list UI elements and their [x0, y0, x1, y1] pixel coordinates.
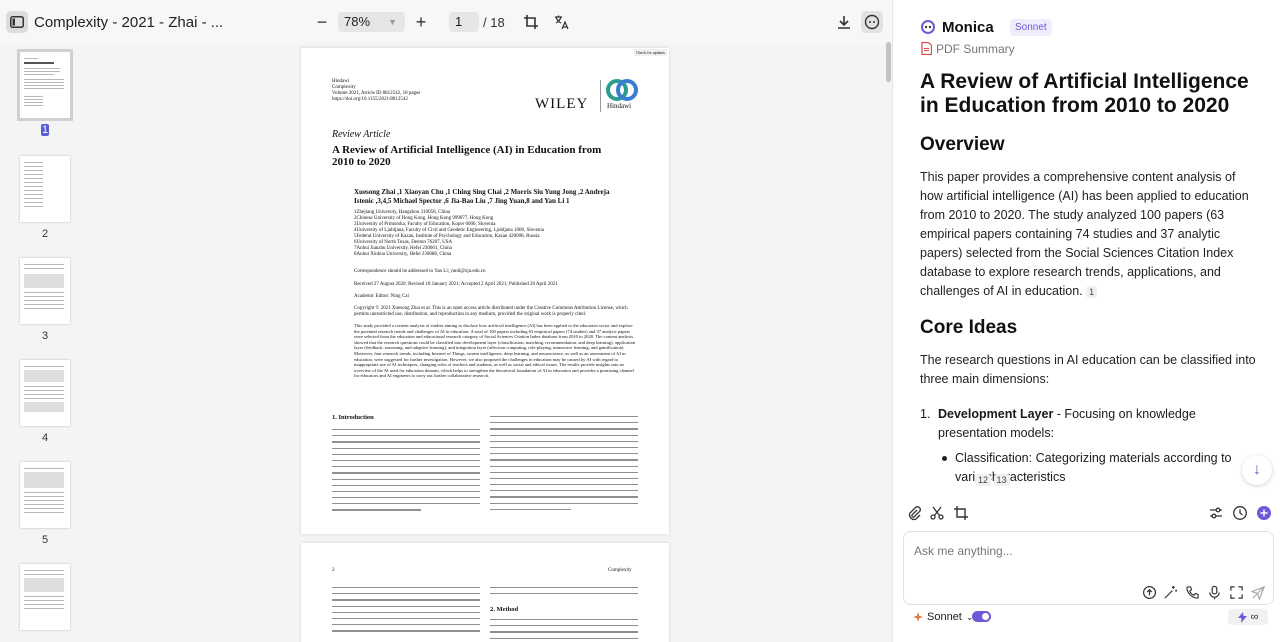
- bullet-item: Classification: Categorizing materials a…: [920, 449, 1260, 487]
- settings-sliders-icon[interactable]: [1206, 503, 1226, 523]
- thumbnail-page-6[interactable]: [20, 564, 70, 630]
- page-total: / 18: [483, 15, 505, 30]
- running-head: Complexity: [608, 568, 632, 573]
- summary-title: A Review of Artificial Intelligence in E…: [920, 70, 1249, 117]
- thumbnail-page-2[interactable]: [20, 156, 70, 222]
- chevron-down-icon: ▼: [388, 17, 397, 27]
- thumbnail-label: 4: [41, 432, 49, 444]
- pdf-page-2: 2 Complexity 2. Method: [301, 543, 669, 642]
- thumbnail-page-3[interactable]: [20, 258, 70, 324]
- zoom-value: 78%: [344, 14, 371, 29]
- thumbnail-label: 5: [41, 534, 49, 546]
- pdf-file-icon: [921, 42, 932, 55]
- send-icon[interactable]: [1250, 584, 1266, 600]
- zoom-select[interactable]: 78% ▼: [338, 12, 405, 32]
- brand-name: Monica: [942, 19, 994, 36]
- credits-indicator[interactable]: ∞: [1228, 609, 1268, 625]
- article-authors: Xuesong Zhai ,1 Xiaoyan Chu ,1 Ching Sin…: [354, 188, 610, 205]
- hindawi-logo-icon: [606, 79, 638, 101]
- body-column-left: [332, 429, 480, 516]
- overview-heading: Overview: [920, 134, 1005, 155]
- article-type: Review Article: [332, 129, 391, 140]
- core-ideas-paragraph: The research questions in AI education c…: [920, 353, 1256, 386]
- expand-icon[interactable]: [1228, 584, 1244, 600]
- core-ideas-heading: Core Ideas: [920, 317, 1018, 338]
- article-title: A Review of Artificial Intelligence (AI)…: [332, 144, 602, 168]
- pdf-summary-label[interactable]: PDF Summary: [936, 42, 1015, 56]
- journal-header: Hindawi Complexity Volume 2021, Article …: [332, 79, 421, 102]
- bullet-citations: 12 13: [975, 474, 1010, 486]
- check-updates-badge[interactable]: Check for updates: [633, 49, 667, 56]
- thumbnail-label: 3: [41, 330, 49, 342]
- pdf-viewer: Complexity - 2021 - Zhai - ... − 78% ▼ +…: [0, 0, 892, 642]
- affiliations: 1Zhejiang University, Hangzhou 310058, C…: [354, 210, 544, 257]
- crop-icon[interactable]: [520, 11, 542, 33]
- new-chat-icon[interactable]: [1254, 503, 1274, 523]
- summary-content: A Review of Artificial Intelligence in E…: [920, 70, 1260, 488]
- copyright-notice: Copyright © 2021 Xuesong Zhai et al. Thi…: [354, 306, 628, 317]
- monica-logo-icon: [921, 20, 935, 34]
- scissors-icon[interactable]: [927, 503, 947, 523]
- logo-divider: [600, 80, 601, 112]
- document-title: Complexity - 2021 - Zhai - ...: [34, 14, 224, 31]
- pdf-page-1: Check for updates Hindawi Complexity Vol…: [301, 48, 669, 534]
- monica-toggle-icon[interactable]: [861, 11, 883, 33]
- body-column-right: [490, 587, 638, 599]
- magic-wand-icon[interactable]: [1162, 584, 1178, 600]
- chat-input[interactable]: [914, 544, 1254, 558]
- zoom-in-button[interactable]: +: [410, 11, 432, 33]
- thumbnail-label: 1: [41, 124, 49, 136]
- attach-icon[interactable]: [904, 503, 924, 523]
- model-toggle[interactable]: [972, 611, 991, 622]
- thumbnail-strip: 1 2 3 4 5: [0, 44, 90, 642]
- pdf-scrollbar[interactable]: [886, 42, 891, 82]
- thumbnail-label: 2: [41, 228, 49, 240]
- thumbnail-page-4[interactable]: [20, 360, 70, 426]
- citation-badge[interactable]: 13: [993, 474, 1010, 486]
- sparkle-icon: [913, 612, 923, 622]
- phone-icon[interactable]: [1184, 584, 1200, 600]
- page-number-input[interactable]: 1: [449, 12, 479, 32]
- scroll-down-button[interactable]: ↓: [1242, 455, 1272, 485]
- section-heading: 1. Introduction: [332, 414, 374, 421]
- pdf-toolbar: Complexity - 2021 - Zhai - ... − 78% ▼ +…: [0, 0, 892, 44]
- body-column-left: [332, 587, 480, 637]
- hindawi-wordmark: Hindawi: [607, 102, 632, 110]
- bolt-icon: [1237, 611, 1247, 623]
- publication-dates: Received 27 August 2020; Revised 18 Janu…: [354, 282, 558, 287]
- download-icon[interactable]: [833, 11, 855, 33]
- thumbnail-page-5[interactable]: [20, 462, 70, 528]
- correspondence: Correspondence should be addressed to Ya…: [354, 269, 486, 274]
- translate-icon[interactable]: [550, 11, 572, 33]
- monica-panel: Monica Sonnet PDF Summary A Review of Ar…: [892, 0, 1280, 642]
- list-item: 1. Development Layer - Focusing on knowl…: [920, 407, 1196, 440]
- microphone-icon[interactable]: [1206, 584, 1222, 600]
- body-column-right: [490, 416, 638, 515]
- sidebar-toggle-icon[interactable]: [6, 11, 28, 33]
- abstract: This study provided a content analysis o…: [354, 323, 636, 379]
- zoom-out-button[interactable]: −: [311, 11, 333, 33]
- upload-icon[interactable]: [1141, 584, 1157, 600]
- academic-editor: Academic Editor: Ning Cai: [354, 294, 409, 299]
- history-icon[interactable]: [1230, 503, 1250, 523]
- overview-paragraph: This paper provides a comprehensive cont…: [920, 170, 1249, 298]
- model-badge: Sonnet: [1010, 19, 1052, 36]
- model-selector[interactable]: Sonnet ⌄: [913, 611, 973, 623]
- citation-badge[interactable]: 1: [1086, 285, 1098, 298]
- page-number: 2: [332, 568, 335, 573]
- body-column-right-cont: [490, 619, 638, 642]
- section-heading: 2. Method: [490, 606, 519, 613]
- thumbnail-page-1[interactable]: [17, 49, 73, 121]
- chat-input-box: [903, 531, 1274, 605]
- crop-icon[interactable]: [951, 503, 971, 523]
- citation-badge[interactable]: 12: [975, 474, 992, 486]
- wiley-logo: WILEY: [535, 96, 589, 112]
- pdf-pages[interactable]: Check for updates Hindawi Complexity Vol…: [90, 44, 885, 642]
